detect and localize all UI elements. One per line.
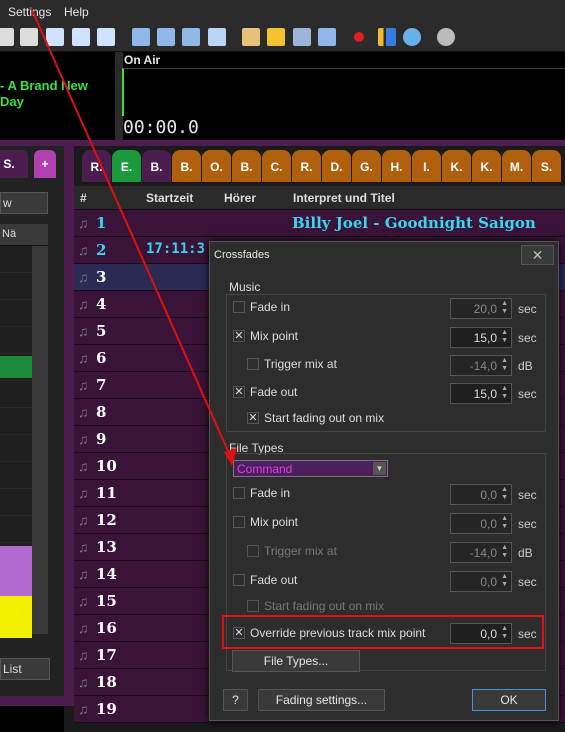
annotation-arrow	[31, 9, 237, 466]
app-window: Settings Help - A Brand New Day On Air 0…	[0, 0, 565, 732]
